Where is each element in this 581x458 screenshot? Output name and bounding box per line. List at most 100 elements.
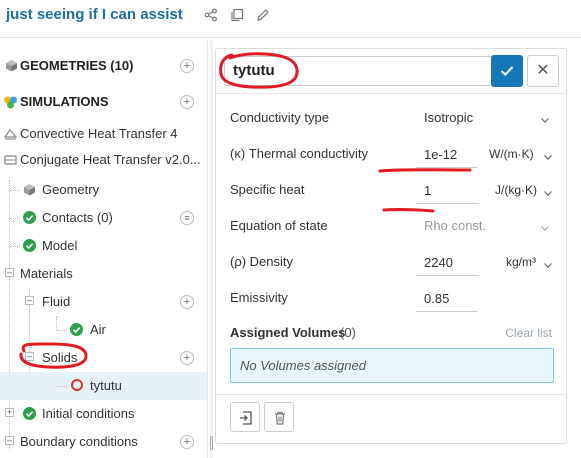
- specific-heat-unit[interactable]: J/(kg·K): [495, 183, 537, 197]
- add-solid-button[interactable]: +: [180, 351, 194, 365]
- emissivity-label: Emissivity: [230, 290, 288, 305]
- tree-item-contacts[interactable]: Contacts (0) ≡: [0, 204, 207, 232]
- check-circle-icon: [23, 211, 36, 224]
- geometry-cube-icon: [22, 182, 37, 197]
- thermal-conductivity-label: (κ) Thermal conductivity: [230, 146, 368, 161]
- check-circle-icon: [70, 323, 83, 336]
- tree-item-tytutu[interactable]: tytutu: [0, 372, 207, 400]
- input-underline: [416, 275, 478, 276]
- tree-connector: [10, 218, 20, 219]
- tree-item-label: Contacts (0): [42, 210, 113, 225]
- assigned-volumes-box[interactable]: No Volumes assigned: [230, 348, 554, 383]
- add-boundary-condition-button[interactable]: +: [180, 435, 194, 449]
- density-unit[interactable]: kg/m³: [506, 255, 536, 269]
- tree-item-fluid[interactable]: – Fluid +: [0, 288, 207, 316]
- specific-heat-input[interactable]: 1: [424, 183, 431, 198]
- specific-heat-label: Specific heat: [230, 182, 305, 197]
- tree-item-solids[interactable]: – Solids +: [0, 344, 207, 372]
- copy-icon[interactable]: [230, 8, 244, 22]
- chevron-down-icon[interactable]: [540, 113, 550, 123]
- thermal-conductivity-input[interactable]: 1e-12: [424, 147, 457, 162]
- simulation-tree: GEOMETRIES (10) + SIMULATIONS + Convecti…: [0, 40, 208, 458]
- tree-item-initial-conditions[interactable]: + Initial conditions: [0, 400, 207, 428]
- conductivity-type-select[interactable]: Isotropic: [424, 110, 473, 125]
- tree-item-label: tytutu: [90, 378, 122, 393]
- tree-item-geometry[interactable]: Geometry: [0, 176, 207, 204]
- conductivity-type-label: Conductivity type: [230, 110, 329, 125]
- emissivity-input[interactable]: 0.85: [424, 291, 449, 306]
- collapse-toggle[interactable]: –: [5, 436, 14, 445]
- header-divider: [216, 93, 566, 94]
- import-icon: [240, 411, 252, 425]
- material-properties-panel: tytutu ✕ Conductivity type Isotropic (κ)…: [215, 48, 567, 444]
- assigned-volumes-count: (0): [340, 325, 356, 340]
- equation-of-state-label: Equation of state: [230, 218, 328, 233]
- tree-item-model[interactable]: Model: [0, 232, 207, 260]
- tree-item-label: Air: [90, 322, 106, 337]
- chevron-down-icon: [540, 221, 550, 231]
- tree-item-label: Solids: [42, 350, 78, 365]
- contacts-filter-button[interactable]: ≡: [180, 211, 194, 225]
- add-simulation-button[interactable]: +: [180, 95, 194, 109]
- tree-item-conjugate-heat-transfer[interactable]: Conjugate Heat Transfer v2.0...: [0, 146, 207, 174]
- delete-button[interactable]: [264, 402, 294, 432]
- chevron-down-icon[interactable]: [543, 186, 553, 196]
- tree-item-label: Model: [42, 238, 78, 253]
- top-bar: just seeing if I can assist: [0, 0, 581, 38]
- tree-connector: [10, 246, 20, 247]
- splitter-grip[interactable]: [210, 436, 213, 450]
- incomplete-ring-icon: [71, 379, 83, 391]
- density-label: (ρ) Density: [230, 254, 294, 269]
- material-name-input[interactable]: tytutu: [224, 56, 492, 86]
- tree-connector: [57, 386, 67, 387]
- tree-item-label: SIMULATIONS: [20, 94, 109, 109]
- clear-list-link[interactable]: Clear list: [505, 326, 552, 340]
- expand-toggle[interactable]: +: [5, 408, 14, 417]
- tree-item-boundary-conditions[interactable]: – Boundary conditions +: [0, 428, 207, 456]
- add-geometry-button[interactable]: +: [180, 59, 194, 73]
- chevron-down-icon[interactable]: [543, 258, 553, 268]
- tree-item-materials[interactable]: – Materials: [0, 260, 207, 288]
- confirm-button[interactable]: [491, 55, 523, 87]
- panel-splitter[interactable]: [210, 40, 213, 458]
- thermal-conductivity-unit[interactable]: W/(m·K): [489, 147, 534, 161]
- equation-of-state-select: Rho const.: [424, 218, 487, 233]
- tree-connector: [57, 330, 67, 331]
- tree-item-geometries[interactable]: GEOMETRIES (10) +: [0, 52, 207, 80]
- footer-divider: [216, 394, 566, 395]
- close-button[interactable]: ✕: [527, 55, 559, 87]
- assigned-volumes-label: Assigned Volumes: [230, 325, 346, 340]
- tree-item-label: Materials: [20, 266, 73, 281]
- simulation-type-icon: [3, 152, 18, 167]
- collapse-toggle[interactable]: –: [5, 268, 14, 277]
- share-icon[interactable]: [204, 8, 218, 22]
- input-underline: [416, 311, 478, 312]
- check-circle-icon: [23, 239, 36, 252]
- collapse-toggle[interactable]: –: [25, 296, 34, 305]
- input-underline: [416, 203, 478, 204]
- tree-item-air[interactable]: Air: [0, 316, 207, 344]
- tree-item-label: Fluid: [42, 294, 71, 309]
- simulation-icon: [3, 94, 18, 109]
- density-input[interactable]: 2240: [424, 255, 453, 270]
- edit-icon[interactable]: [256, 8, 270, 22]
- project-title[interactable]: just seeing if I can assist: [6, 6, 183, 23]
- tree-item-convective-heat-transfer[interactable]: Convective Heat Transfer 4: [0, 120, 207, 148]
- chevron-down-icon[interactable]: [543, 150, 553, 160]
- tree-item-label: GEOMETRIES (10): [20, 58, 134, 73]
- no-volumes-text: No Volumes assigned: [240, 358, 366, 373]
- input-underline: [416, 167, 478, 168]
- geometry-cube-icon: [4, 58, 19, 73]
- checkmark-icon: [500, 66, 514, 77]
- tree-item-label: Initial conditions: [42, 406, 135, 421]
- collapse-toggle[interactable]: –: [25, 352, 34, 361]
- tree-item-simulations[interactable]: SIMULATIONS +: [0, 88, 207, 116]
- tree-item-label: Boundary conditions: [20, 434, 138, 449]
- import-button[interactable]: [230, 402, 260, 432]
- trash-icon: [275, 411, 285, 425]
- tree-item-label: Convective Heat Transfer 4: [20, 126, 178, 141]
- simulation-type-icon: [3, 126, 18, 141]
- tree-item-label: Conjugate Heat Transfer v2.0...: [20, 152, 201, 167]
- check-circle-icon: [23, 407, 36, 420]
- add-fluid-button[interactable]: +: [180, 295, 194, 309]
